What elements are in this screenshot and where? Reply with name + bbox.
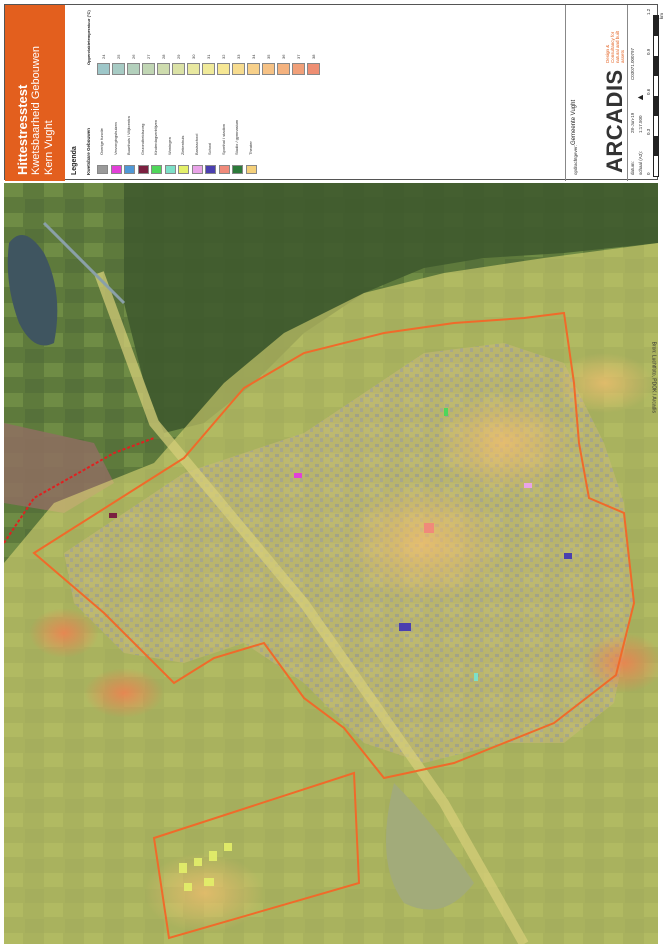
legend-building-swatch <box>245 165 257 174</box>
date-label: datum: <box>630 161 635 175</box>
arcadis-logo: ARCADIS <box>602 69 627 173</box>
legend-temperature-swatch <box>187 63 200 75</box>
legend-building-label: Gezondheidszorg <box>139 123 145 155</box>
legend-temperature-header: Oppervlaktetemperatuur (°C) <box>86 10 91 65</box>
legend-building-label: Overige functie <box>99 128 104 155</box>
legend-temperature-swatch <box>307 63 320 75</box>
legend-building-label: Basisschool <box>193 133 199 155</box>
legend-building-swatch <box>205 165 216 174</box>
scale-unit: km <box>659 13 664 19</box>
legend-temperature-label: 26 <box>131 54 136 59</box>
map-place: Kern Vught <box>43 120 55 175</box>
legend-temperature-label: 33 <box>236 54 241 59</box>
title-banner: Hittestresstest Kwetsbaarheid Gebouwen K… <box>5 5 65 181</box>
scale-bar <box>653 15 659 177</box>
legend-building-label: Woningen <box>166 137 172 155</box>
legend-buildings-header: Kwetsbare Gebouwen <box>86 127 91 175</box>
legend-building-swatch <box>218 165 230 174</box>
legend-temperature-swatch <box>202 63 215 75</box>
legend-temperature-swatch <box>97 63 110 75</box>
legend-temperature-swatch <box>247 63 260 75</box>
legend-building-swatch <box>110 165 122 174</box>
title-block: Hittestresstest Kwetsbaarheid Gebouwen K… <box>4 4 664 181</box>
legend-temperature-swatch <box>112 63 125 75</box>
arcadis-tagline: Design & Consultancy for natural and bui… <box>605 30 625 63</box>
legend-temperature-label: 31 <box>206 54 211 59</box>
north-arrow-icon: ▲ <box>635 93 645 102</box>
scale-label: schaal (A3): <box>638 150 643 175</box>
legend-temperature-swatch <box>292 63 305 75</box>
legend-building-label: Ziekenhuis <box>180 135 185 155</box>
legend-building-label: Verzorgingshuizen <box>112 122 118 155</box>
legend-building-label: Kinderdagverblijven <box>153 119 158 155</box>
legend-title: Legenda <box>71 146 78 175</box>
scale-tick-label: 0.3 <box>646 128 651 135</box>
scale-tick-label: 0 <box>646 172 651 175</box>
legend-temperature-label: 25 <box>116 54 121 59</box>
legend-temperature-label: 24 <box>101 54 106 59</box>
legend-building-swatch <box>124 165 135 174</box>
map-subtitle: Kwetsbaarheid Gebouwen <box>30 45 42 175</box>
legend-building-label: Theater <box>247 141 253 155</box>
legend-building-swatch <box>137 165 149 174</box>
legend-temperature-label: 27 <box>146 54 151 59</box>
legend-building-swatch <box>232 165 243 174</box>
legend-building-swatch <box>164 165 176 174</box>
legend-temperature-swatch <box>127 63 140 75</box>
legend-temperature-label: 34 <box>251 54 256 59</box>
legend-temperature-swatch <box>157 63 170 75</box>
legend-building-label: Studio / gymnasium <box>234 119 239 155</box>
legend-temperature-swatch <box>172 63 185 75</box>
legend-temperature-label: 38 <box>311 54 316 59</box>
legend-temperature-swatch <box>262 63 275 75</box>
legend-temperature-swatch <box>277 63 290 75</box>
legend-temperature-swatch <box>232 63 245 75</box>
legend-temperature-label: 30 <box>191 54 196 59</box>
map-credit: Bron: Luchtfoto, PDOK / Arcadis <box>650 341 656 413</box>
client-name: Gemeente Vught <box>571 99 577 145</box>
legend-temperature-swatch <box>217 63 230 75</box>
legend-building-swatch <box>151 165 162 174</box>
divider <box>627 5 628 181</box>
legend-building-swatch <box>191 165 203 174</box>
legend-temperature-label: 36 <box>281 54 286 59</box>
heat-map-canvas <box>4 183 658 944</box>
legend-building-label: Buurthuis / Wijkcentra <box>126 116 131 155</box>
legend-temperature-swatch <box>142 63 155 75</box>
legend-temperature-label: 37 <box>296 54 301 59</box>
map-sheet: Hittestresstest Kwetsbaarheid Gebouwen K… <box>0 0 666 948</box>
scale-tick-label: 1.2 <box>646 8 651 15</box>
heat-map: Bron: Luchtfoto, PDOK / Arcadis <box>4 183 658 944</box>
scale-tick-label: 0.9 <box>646 48 651 55</box>
map-title: Hittestresstest <box>15 84 30 175</box>
scale-tick-label: 0.6 <box>646 88 651 95</box>
project-number: C03071.000797 <box>630 47 635 80</box>
legend-temperature-label: 29 <box>176 54 181 59</box>
legend-temperature-label: 35 <box>266 54 271 59</box>
scale-value: 1:17.500 <box>638 115 643 133</box>
date-value: 28-Jun-19 <box>630 112 635 133</box>
legend-temperature-label: 32 <box>221 54 226 59</box>
legend-building-swatch <box>97 165 108 174</box>
client-label: opdrachtgever: <box>573 144 578 175</box>
legend-building-label: School <box>207 142 212 155</box>
legend-building-label: Sporthal / stadion <box>220 123 226 155</box>
legend-building-swatch <box>178 165 189 174</box>
legend-temperature-label: 28 <box>161 54 166 59</box>
divider <box>565 5 566 181</box>
